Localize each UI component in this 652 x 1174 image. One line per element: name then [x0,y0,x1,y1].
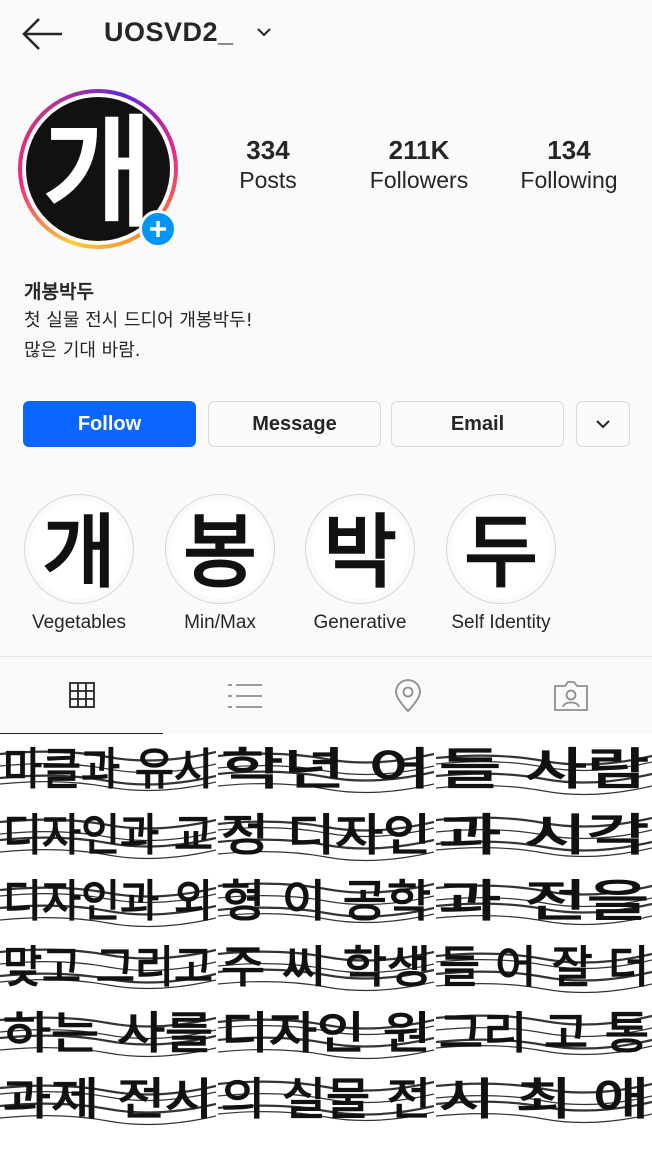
highlight-generative[interactable]: 박 Generative [300,494,420,634]
post-calligraphy-line: 의 실물 전 [221,1074,431,1125]
post-thumbnail[interactable]: 학년 어정 디자인형 이 공학주 씨 학생디자인 원의 실물 전 [218,734,434,1174]
highlight-cover: 박 [305,494,415,604]
tab-places[interactable] [326,657,489,735]
post-thumbnail[interactable]: 마클과 유시디자인과 교디자인과 외맞고 그리고하는 사를과제 전시 [0,734,216,1174]
tagged-person-icon [553,681,588,711]
post-thumbnail[interactable]: 들 사람과 시각과 전을들 어 잘 더그리 고 통시 최 애 [436,734,652,1174]
svg-text:두: 두 [464,505,538,598]
post-calligraphy-line: 그리 고 통 [439,1008,649,1059]
highlight-label: Min/Max [184,612,256,633]
post-calligraphy-line: 디자인 원 [221,1008,431,1059]
svg-text:개: 개 [42,505,116,598]
post-calligraphy-line: 과제 전시 [3,1074,213,1125]
chevron-down-icon [256,28,271,37]
top-bar: UOSVD2_ [0,0,652,64]
highlight-label: Vegetables [31,612,127,633]
tab-feed[interactable] [163,657,326,735]
tab-tagged[interactable] [489,657,652,735]
post-calligraphy-line: 들 어 잘 더 [439,942,649,993]
account-switcher[interactable]: UOSVD2_ [104,12,272,52]
svg-text:봉: 봉 [183,505,257,598]
post-calligraphy-line: 정 디자인 [221,810,431,861]
highlight-vegetables[interactable]: 개 Vegetables [19,494,139,634]
highlight-minmax[interactable]: 봉 Min/Max [160,494,280,634]
post-calligraphy-line: 시 최 애 [439,1074,649,1125]
profile-bio: 개봉박두 첫 실물 전시 드디어 개봉박두! 많은 기대 바람. [24,278,624,366]
post-grid: 마클과 유시디자인과 교디자인과 외맞고 그리고하는 사를과제 전시 학년 어정… [0,734,652,1174]
stat-following[interactable]: 134 Following [504,134,634,194]
post-calligraphy-line: 맞고 그리고 [3,942,213,993]
highlight-label: Self Identity [451,612,551,633]
highlight-cover: 개 [24,494,134,604]
post-calligraphy-line: 마클과 유시 [3,744,213,795]
highlight-label: Generative [313,612,407,633]
post-calligraphy-line: 디자인과 교 [3,810,213,861]
back-button[interactable] [20,14,66,54]
bio-line: 많은 기대 바람. [24,340,141,361]
add-story-button[interactable] [139,210,177,248]
list-icon [227,684,262,708]
email-button[interactable]: Email [391,401,564,447]
post-calligraphy-line: 디자인과 외 [3,876,213,927]
bio-line: 첫 실물 전시 드디어 개봉박두! [24,310,253,331]
message-button[interactable]: Message [208,401,381,447]
stat-followers[interactable]: 211K Followers [354,134,484,194]
follow-button[interactable]: Follow [23,401,196,447]
tab-grid[interactable] [0,657,163,735]
location-pin-icon [394,679,421,713]
post-calligraphy-line: 형 이 공학 [221,876,431,927]
post-calligraphy-line: 주 씨 학생 [221,942,431,993]
profile-display-name: 개봉박두 [24,281,94,303]
svg-text:개: 개 [43,103,153,241]
post-calligraphy-line: 하는 사를 [3,1008,213,1059]
highlight-self-identity[interactable]: 두 Self Identity [441,494,561,634]
svg-text:박: 박 [323,505,397,598]
post-calligraphy-line: 들 사람 [439,744,649,795]
profile-username: UOSVD2_ [104,16,234,47]
highlight-cover: 봉 [165,494,275,604]
chevron-down-icon [596,420,610,429]
profile-tabs [0,656,652,735]
grid-icon [68,682,95,708]
post-calligraphy-line: 과 시각 [439,810,649,861]
post-calligraphy-line: 과 전을 [439,876,649,927]
post-calligraphy-line: 학년 어 [221,744,431,795]
highlight-cover: 두 [446,494,556,604]
suggested-accounts-button[interactable] [576,401,630,447]
stat-posts[interactable]: 334 Posts [203,134,333,194]
arrow-left-icon [22,18,62,50]
plus-icon [150,221,166,237]
